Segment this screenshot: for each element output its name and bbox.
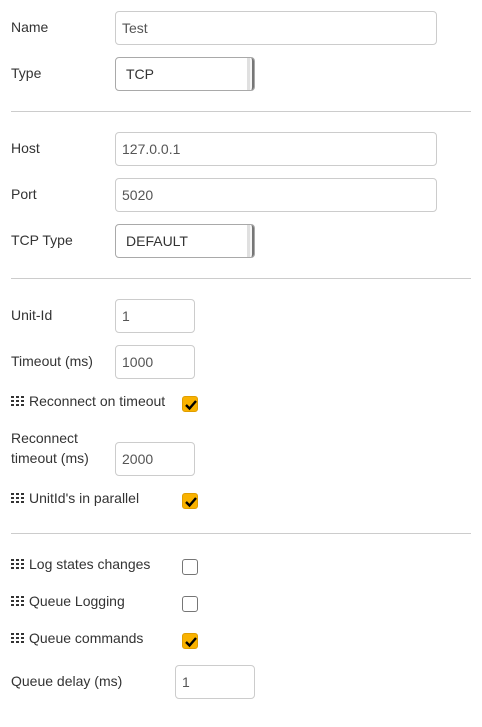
unitids-parallel-checkbox[interactable] xyxy=(182,493,198,509)
port-label: Port xyxy=(11,186,37,202)
grid-icon xyxy=(11,493,24,503)
section-divider xyxy=(11,278,471,279)
host-label: Host xyxy=(11,140,40,156)
log-state-changes-checkbox[interactable] xyxy=(182,559,198,575)
tcp-type-select[interactable]: DEFAULT xyxy=(115,224,255,258)
grid-icon xyxy=(11,396,24,406)
type-select-scrollbar xyxy=(247,58,254,90)
unitids-parallel-label: UnitId's in parallel xyxy=(11,488,139,508)
log-state-changes-label: Log states changes xyxy=(11,554,150,574)
name-input[interactable] xyxy=(115,11,437,45)
grid-icon xyxy=(11,596,24,606)
reconnect-on-timeout-label: Reconnect on timeout xyxy=(11,391,165,411)
queue-logging-checkbox[interactable] xyxy=(182,596,198,612)
queue-commands-text: Queue commands xyxy=(29,630,144,646)
section-divider xyxy=(11,111,471,112)
queue-logging-text: Queue Logging xyxy=(29,593,125,609)
queue-commands-label: Queue commands xyxy=(11,628,143,648)
type-select-value: TCP xyxy=(126,66,154,82)
timeout-label: Timeout (ms) xyxy=(11,353,93,369)
section-divider xyxy=(11,533,471,534)
reconnect-timeout-label: Reconnect timeout (ms) xyxy=(11,430,89,466)
check-icon xyxy=(185,497,197,508)
host-input[interactable] xyxy=(115,132,437,166)
check-icon xyxy=(185,637,197,648)
grid-icon xyxy=(11,633,24,643)
queue-logging-label: Queue Logging xyxy=(11,591,125,611)
tcp-type-select-scrollbar xyxy=(247,225,254,257)
type-select[interactable]: TCP xyxy=(115,57,255,91)
timeout-input[interactable] xyxy=(115,345,195,379)
tcp-type-label: TCP Type xyxy=(11,232,73,248)
queue-delay-label: Queue delay (ms) xyxy=(11,673,123,689)
queue-commands-checkbox[interactable] xyxy=(182,633,198,649)
reconnect-on-timeout-checkbox[interactable] xyxy=(182,396,198,412)
unitids-parallel-text: UnitId's in parallel xyxy=(29,490,140,506)
unit-id-label: Unit-Id xyxy=(11,307,53,323)
reconnect-on-timeout-text: Reconnect on timeout xyxy=(29,393,166,409)
type-label: Type xyxy=(11,65,42,81)
unit-id-input[interactable] xyxy=(115,299,195,333)
name-label: Name xyxy=(11,19,49,35)
grid-icon xyxy=(11,559,24,569)
queue-delay-input[interactable] xyxy=(175,665,255,699)
reconnect-timeout-input[interactable] xyxy=(115,442,195,476)
tcp-type-select-value: DEFAULT xyxy=(126,233,188,249)
log-state-changes-text: Log states changes xyxy=(29,556,151,572)
port-input[interactable] xyxy=(115,178,437,212)
check-icon xyxy=(185,400,197,411)
